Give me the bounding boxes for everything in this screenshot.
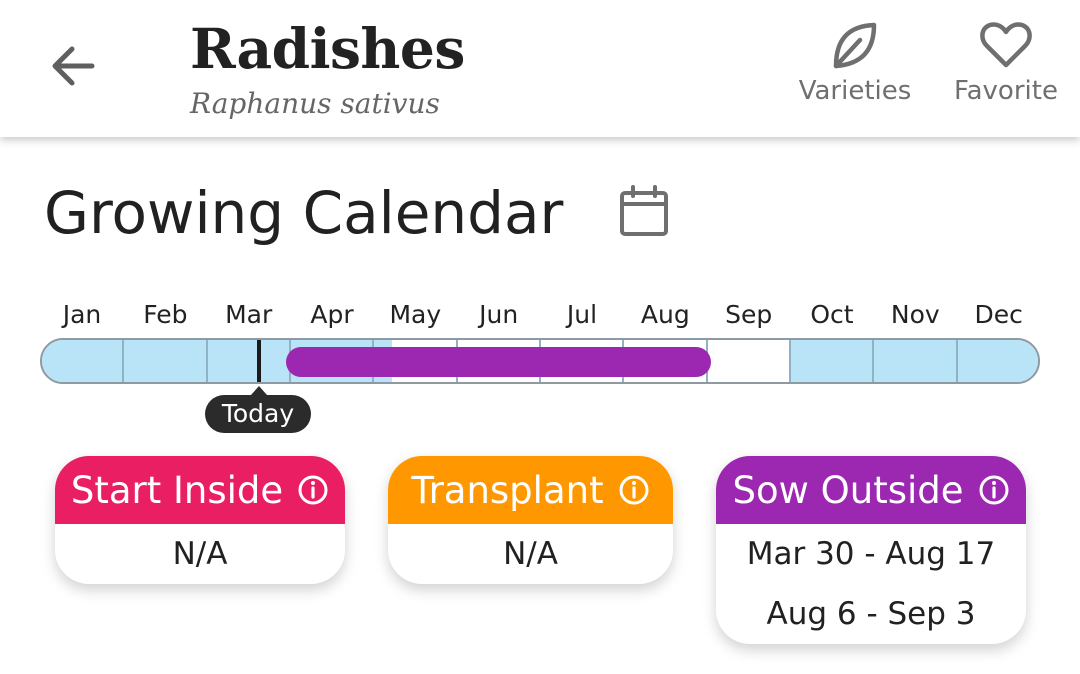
transplant-header[interactable]: Transplant — [388, 456, 673, 524]
transplant-card: Transplant N/A — [388, 456, 673, 584]
sow-outside-bar[interactable] — [285, 347, 711, 377]
today-marker — [257, 340, 261, 382]
month-divider — [955, 340, 958, 382]
month-label-feb: Feb — [143, 300, 188, 329]
month-label-jan: Jan — [62, 300, 102, 329]
sow-outside-card: Sow Outside Mar 30 - Aug 17 Aug 6 - Sep … — [716, 456, 1026, 644]
varieties-label: Varieties — [798, 76, 912, 106]
varieties-button[interactable]: Varieties — [796, 20, 914, 116]
start-inside-card: Start Inside N/A — [55, 456, 345, 584]
start-inside-header[interactable]: Start Inside — [55, 456, 345, 524]
cool-season-range — [790, 340, 1038, 382]
month-label-jun: Jun — [479, 300, 519, 329]
arrow-left-icon — [52, 46, 95, 86]
month-label-nov: Nov — [890, 300, 940, 329]
transplant-label: Transplant — [411, 468, 604, 512]
month-label-jul: Jul — [566, 300, 598, 329]
month-divider — [205, 340, 208, 382]
sow-outside-label: Sow Outside — [732, 468, 964, 512]
month-label-dec: Dec — [974, 300, 1023, 329]
info-icon[interactable] — [297, 474, 329, 506]
month-divider — [789, 340, 791, 382]
info-icon[interactable] — [978, 474, 1010, 506]
sow-outside-header[interactable]: Sow Outside — [716, 456, 1026, 524]
section-title: Growing Calendar — [44, 179, 564, 247]
calendar-icon — [620, 185, 668, 236]
info-icon[interactable] — [618, 474, 650, 506]
sow-outside-range-1: Mar 30 - Aug 17 — [746, 536, 996, 572]
page-subtitle: Raphanus sativus — [190, 87, 440, 120]
month-label-sep: Sep — [725, 300, 773, 329]
month-labels: Jan Feb Mar Apr May Jun Jul Aug Sep Oct Nov Dec — [40, 300, 1040, 334]
sow-outside-range-2: Aug 6 - Sep 3 — [766, 596, 976, 632]
transplant-value: N/A — [503, 536, 558, 572]
start-inside-label: Start Inside — [70, 468, 284, 512]
heart-outline-icon — [980, 22, 1032, 68]
month-label-aug: Aug — [640, 300, 690, 329]
today-tooltip: Today — [205, 386, 311, 433]
month-divider — [872, 340, 875, 382]
app-header: Radishes Raphanus sativus Varieties Favo… — [0, 0, 1080, 137]
month-label-mar: Mar — [225, 300, 273, 329]
favorite-label: Favorite — [954, 76, 1058, 106]
favorite-button[interactable]: Favorite — [950, 20, 1062, 116]
leaf-icon — [833, 22, 877, 69]
month-label-oct: Oct — [810, 300, 854, 329]
back-button[interactable] — [44, 36, 104, 96]
month-label-may: May — [389, 300, 442, 329]
month-label-apr: Apr — [310, 300, 354, 329]
page-title: Radishes — [190, 16, 465, 81]
start-inside-value: N/A — [172, 536, 228, 572]
month-divider — [122, 340, 125, 382]
